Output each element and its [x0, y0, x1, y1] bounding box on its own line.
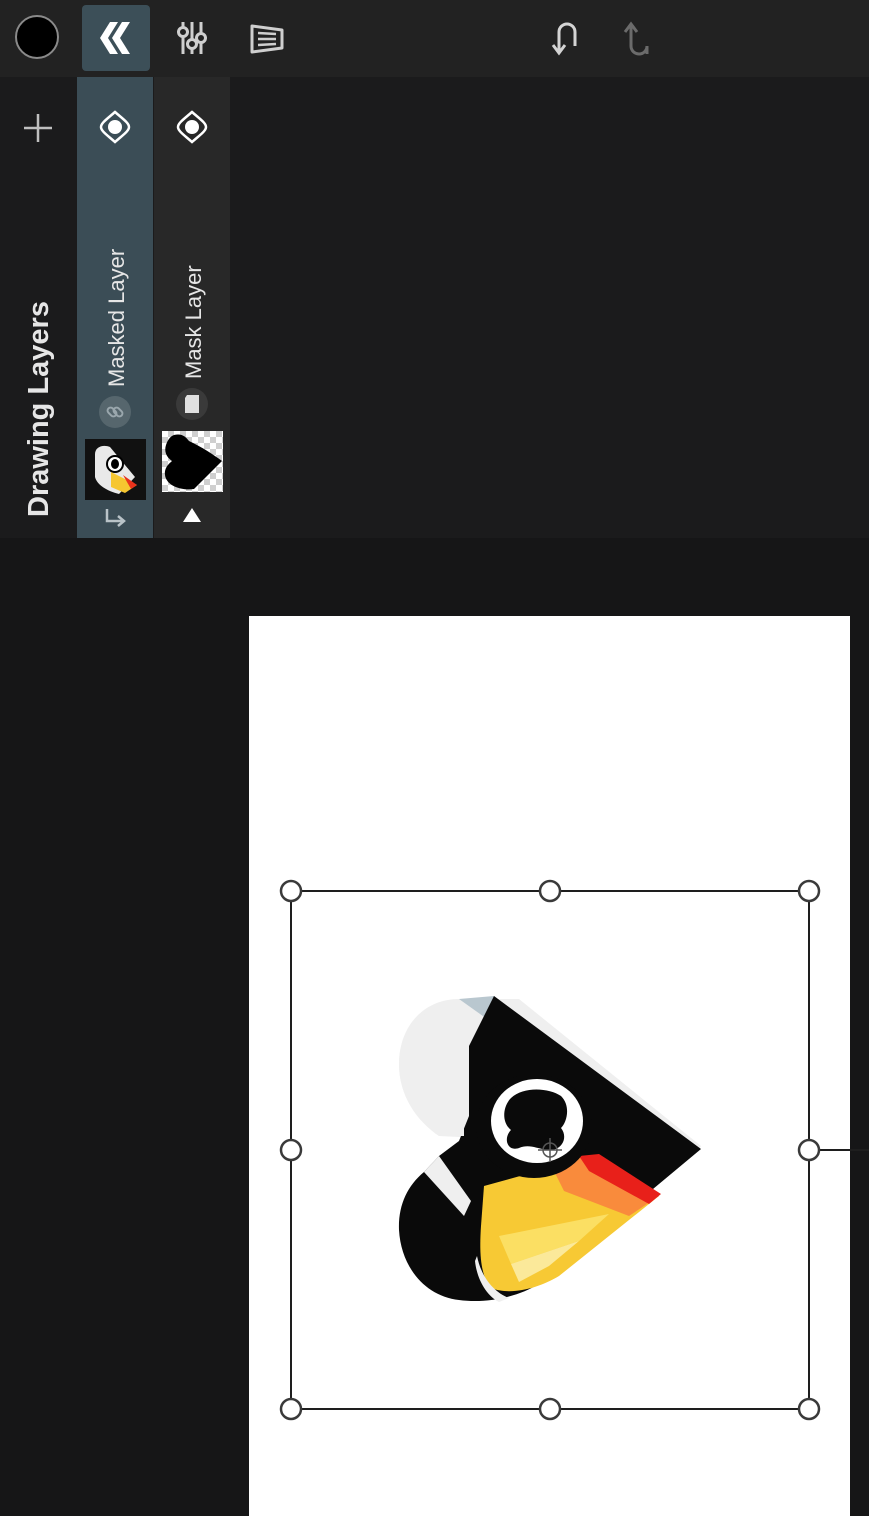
transform-button[interactable]	[234, 5, 302, 71]
plus-icon[interactable]	[22, 112, 54, 144]
layer-item-mask[interactable]: Mask Layer	[154, 77, 230, 538]
eye-icon[interactable]	[175, 110, 209, 144]
canvas-area	[0, 538, 869, 1516]
transform-handle-top-left[interactable]	[279, 879, 303, 903]
adjustments-button[interactable]	[158, 5, 226, 71]
transform-handle-bottom[interactable]	[538, 1397, 562, 1421]
layer-name: Masked Layer	[104, 248, 129, 387]
clip-arrow-icon	[103, 507, 129, 529]
eye-icon[interactable]	[98, 110, 132, 144]
panel-title: Drawing Layers	[23, 301, 55, 517]
redo-button[interactable]	[607, 5, 675, 71]
layers-header-column: Drawing Layers	[0, 77, 77, 538]
transform-handle-top-right[interactable]	[797, 879, 821, 903]
redo-icon	[621, 18, 661, 58]
layer-name: Mask Layer	[181, 265, 206, 379]
document-canvas[interactable]	[249, 616, 869, 1516]
top-toolbar	[0, 0, 869, 77]
color-swatch[interactable]	[15, 15, 59, 59]
mask-icon	[176, 388, 208, 420]
undo-button[interactable]	[531, 5, 599, 71]
layers-button[interactable]	[82, 5, 150, 71]
link-icon	[99, 396, 131, 428]
transform-handle-right[interactable]	[797, 1138, 821, 1162]
undo-icon	[545, 18, 585, 58]
layers-icon	[96, 18, 136, 58]
layer-thumbnail	[85, 439, 146, 500]
layers-panel: Drawing Layers Masked Layer Mask Layer	[0, 77, 869, 538]
transform-handle-top[interactable]	[538, 879, 562, 903]
mask-thumbnail	[162, 431, 223, 492]
transform-handle-bottom-left[interactable]	[279, 1397, 303, 1421]
adjustments-icon	[172, 18, 212, 58]
layer-item-masked[interactable]: Masked Layer	[77, 77, 153, 538]
triangle-up-icon	[182, 507, 202, 523]
transform-handle-bottom-right[interactable]	[797, 1397, 821, 1421]
transform-icon	[248, 18, 288, 58]
transform-handle-left[interactable]	[279, 1138, 303, 1162]
